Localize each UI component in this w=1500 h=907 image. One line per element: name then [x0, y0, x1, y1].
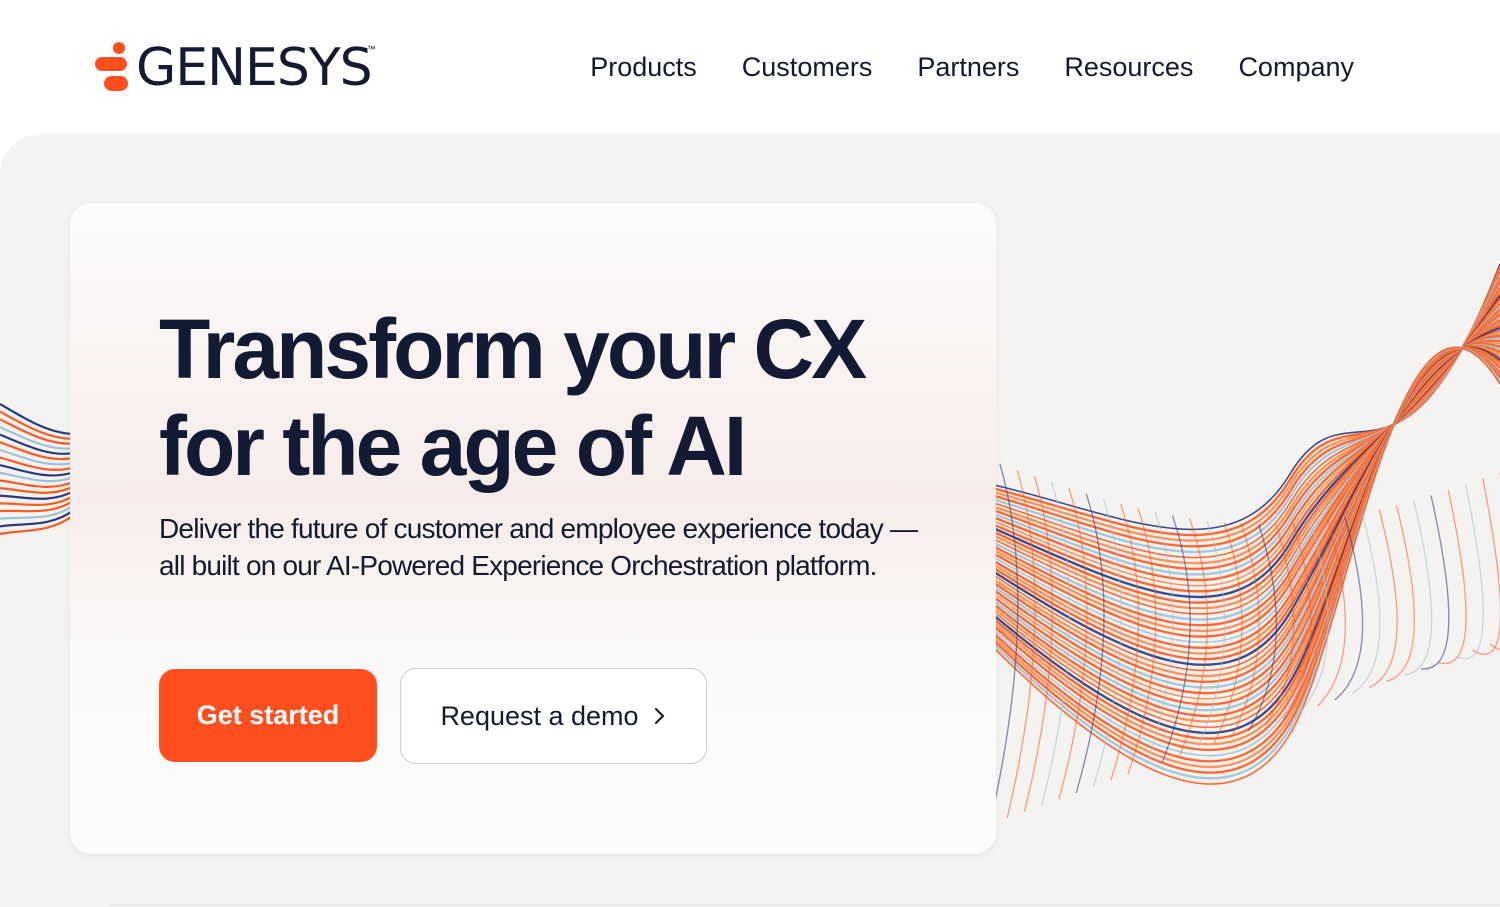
- section-divider: [110, 904, 1500, 906]
- get-started-label: Get started: [196, 700, 340, 730]
- request-demo-button[interactable]: Request a demo: [400, 668, 707, 764]
- site-header: GENESYS ™ Products Customers Partners Re…: [0, 0, 1500, 134]
- get-started-button[interactable]: Get started: [159, 669, 377, 762]
- nav-item-products[interactable]: Products: [590, 48, 697, 86]
- nav-item-company[interactable]: Company: [1238, 48, 1354, 86]
- hero-section: Transform your CX for the age of AI Deli…: [0, 134, 1500, 907]
- genesys-logo-mark-icon: [95, 42, 128, 91]
- hero-headline-line-1: Transform your CX: [159, 302, 867, 396]
- logo-text: GENESYS: [136, 38, 373, 98]
- hero-card: Transform your CX for the age of AI Deli…: [70, 203, 996, 854]
- main-nav: Products Customers Partners Resources Co…: [590, 48, 1354, 86]
- nav-item-partners[interactable]: Partners: [917, 48, 1019, 86]
- request-demo-label: Request a demo: [440, 700, 639, 731]
- chevron-right-icon: [654, 707, 664, 725]
- hero-headline-line-2: for the age of AI: [159, 399, 747, 493]
- logo-trademark: ™: [366, 44, 376, 54]
- logo-wordmark: GENESYS ™: [130, 42, 376, 94]
- hero-headline: Transform your CX for the age of AI: [159, 301, 919, 495]
- genesys-logo[interactable]: GENESYS ™: [94, 40, 376, 96]
- hero-subheading: Deliver the future of customer and emplo…: [159, 513, 918, 581]
- nav-item-customers[interactable]: Customers: [742, 48, 873, 86]
- nav-item-resources[interactable]: Resources: [1064, 48, 1193, 86]
